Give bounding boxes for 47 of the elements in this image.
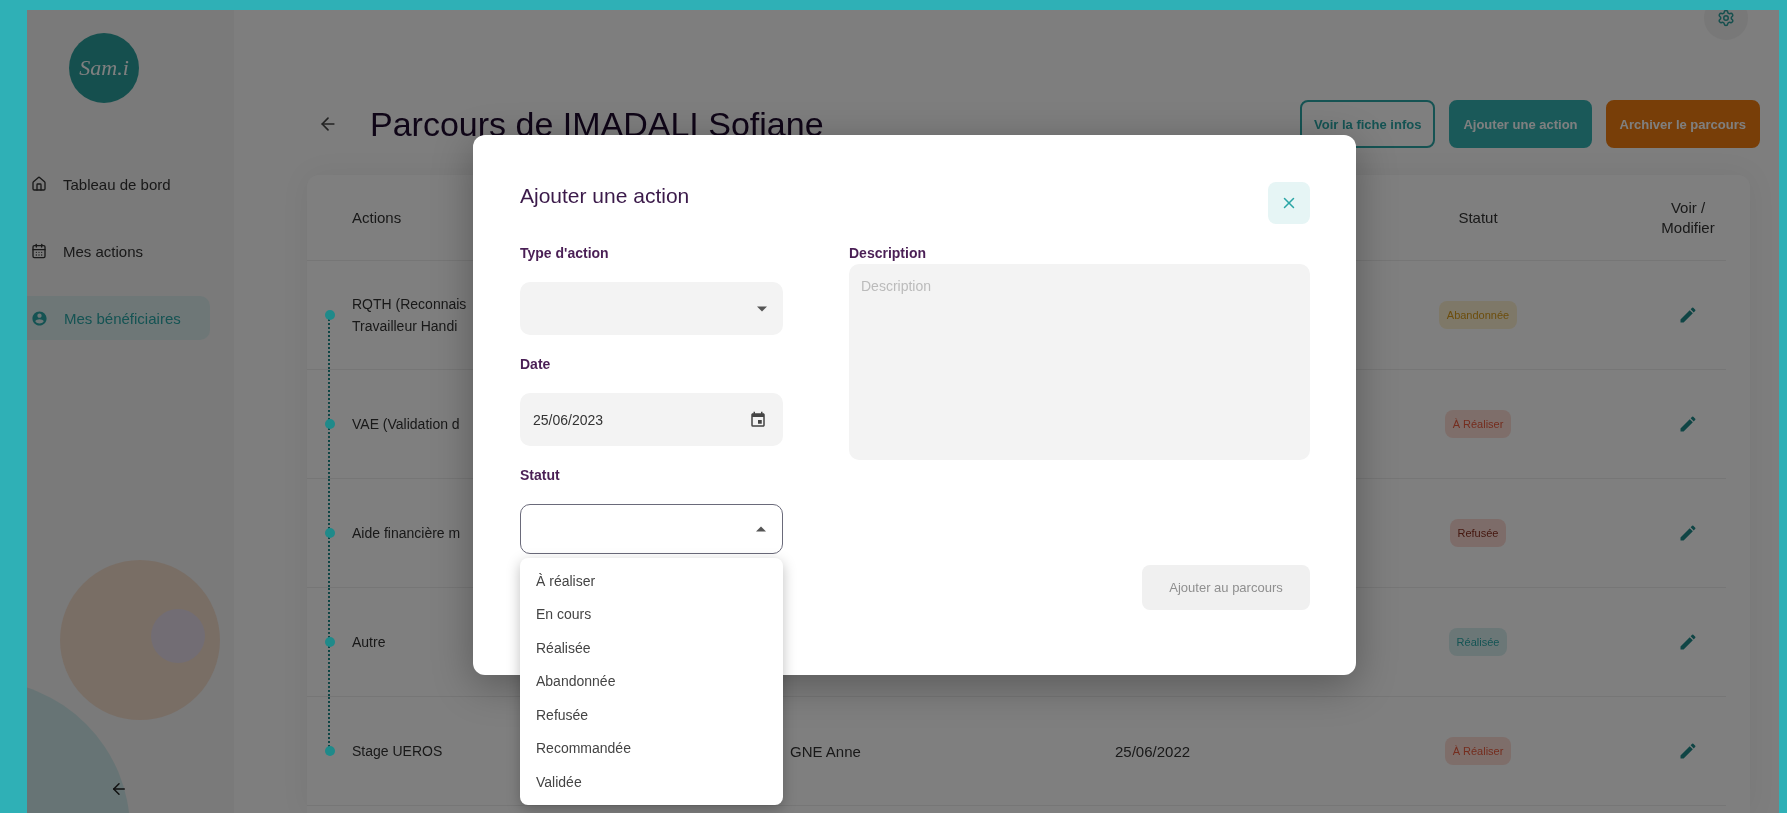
caret-icon <box>756 526 766 532</box>
logo: Sam.i <box>69 33 139 103</box>
nav-item[interactable]: Tableau de bord <box>27 162 210 206</box>
pencil-icon[interactable] <box>1678 632 1698 652</box>
calendar-icon <box>31 243 47 259</box>
table-cell-text: VAE (Validation d <box>352 415 460 434</box>
home-icon <box>31 176 47 192</box>
modal-title: Ajouter une action <box>520 184 690 208</box>
column-header: Voir / Modifier <box>1660 197 1716 238</box>
close-button[interactable] <box>1268 182 1310 224</box>
field-label: Date <box>520 356 552 374</box>
menu-option[interactable]: Validée <box>520 765 783 799</box>
nav-item[interactable]: Mes actions <box>27 229 210 273</box>
date-field[interactable]: 25/06/2023 <box>520 393 783 446</box>
status-tag: À Réaliser <box>1444 410 1512 438</box>
menu-option[interactable]: En cours <box>520 597 783 631</box>
select-field[interactable] <box>520 504 783 554</box>
select-field[interactable] <box>520 282 783 335</box>
settings-icon <box>1717 10 1735 27</box>
menu-option[interactable]: Refusée <box>520 698 783 732</box>
table-cell: 25/06/2022 <box>1115 742 1191 760</box>
user-icon <box>31 309 48 327</box>
column-header: Statut <box>1458 209 1498 226</box>
status-tag: À Réaliser <box>1444 737 1512 765</box>
description-field[interactable]: Description <box>849 264 1310 460</box>
table-cell: GNE Anne <box>790 742 861 760</box>
field-label: Type d'action <box>520 245 610 263</box>
pencil-icon[interactable] <box>1678 305 1698 325</box>
pencil-icon[interactable] <box>1678 523 1698 543</box>
pencil-icon[interactable] <box>1678 414 1698 434</box>
field-label: Description <box>849 245 927 263</box>
caret-icon <box>757 305 767 312</box>
column-header: Actions <box>352 209 402 226</box>
field-label: Statut <box>520 467 561 485</box>
table-cell-text: RQTH (Reconnais Travailleur Handi <box>352 295 467 336</box>
menu-option[interactable]: Abandonnée <box>520 664 783 698</box>
table-cell-text: Aide financière m <box>352 524 461 543</box>
status-tag: Refusée <box>1449 519 1507 547</box>
status-tag: Réalisée <box>1448 628 1508 656</box>
table-cell-text: Autre <box>352 633 386 652</box>
menu-option[interactable]: À réaliser <box>520 564 783 598</box>
pencil-icon[interactable] <box>1678 741 1698 761</box>
calendar-icon <box>749 410 767 429</box>
menu-option[interactable]: Réalisée <box>520 631 783 665</box>
menu-option[interactable]: Recommandée <box>520 731 783 765</box>
table-cell-text: Stage UEROS <box>352 742 443 761</box>
status-tag: Abandonnée <box>1438 301 1518 329</box>
